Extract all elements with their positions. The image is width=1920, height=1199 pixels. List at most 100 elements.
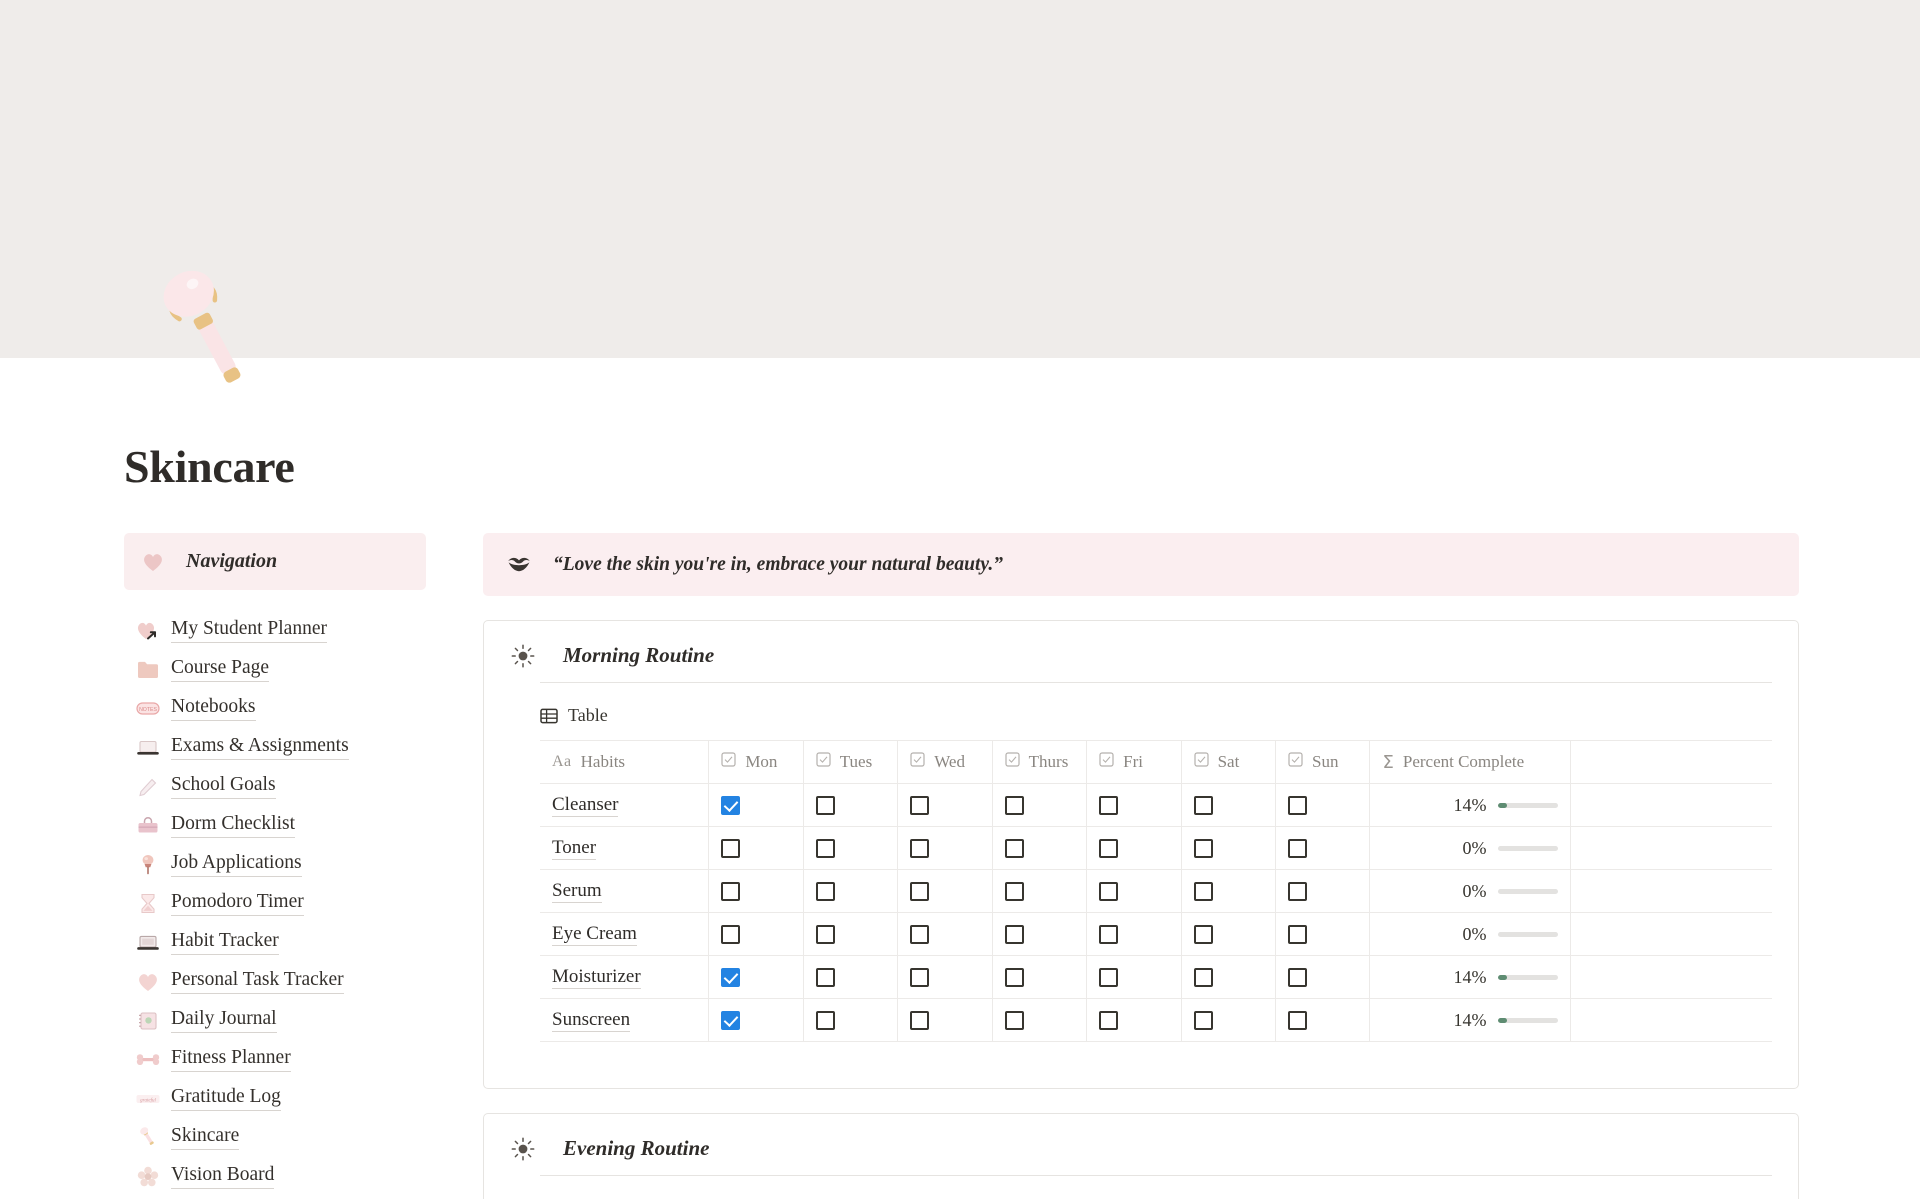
sidebar-item-personal-task-tracker[interactable]: Personal Task Tracker xyxy=(124,962,426,1001)
day-checkbox-cell[interactable] xyxy=(897,998,993,1042)
habit-name-cell[interactable]: Serum xyxy=(540,869,710,913)
checkbox-unchecked-icon[interactable] xyxy=(1288,795,1308,815)
day-checkbox-cell[interactable] xyxy=(897,912,993,956)
day-checkbox-cell[interactable] xyxy=(897,869,993,913)
day-checkbox-cell[interactable] xyxy=(1275,912,1371,956)
checkbox-unchecked-icon[interactable] xyxy=(815,924,835,944)
checkbox-unchecked-icon[interactable] xyxy=(910,924,930,944)
day-checkbox-cell[interactable] xyxy=(992,783,1088,827)
checkbox-unchecked-icon[interactable] xyxy=(910,881,930,901)
day-checkbox-cell[interactable] xyxy=(708,783,804,827)
day-checkbox-cell[interactable] xyxy=(992,912,1088,956)
checkbox-unchecked-icon[interactable] xyxy=(1288,881,1308,901)
checkbox-unchecked-icon[interactable] xyxy=(1193,795,1213,815)
checkbox-unchecked-icon[interactable] xyxy=(1288,838,1308,858)
day-checkbox-cell[interactable] xyxy=(708,998,804,1042)
sidebar-item-my-student-planner[interactable]: My Student Planner xyxy=(124,611,426,650)
sidebar-item-notebooks[interactable]: NOTES Notebooks xyxy=(124,689,426,728)
checkbox-unchecked-icon[interactable] xyxy=(1004,967,1024,987)
checkbox-unchecked-icon[interactable] xyxy=(1099,1010,1119,1030)
checkbox-checked-icon[interactable] xyxy=(721,795,741,815)
checkbox-checked-icon[interactable] xyxy=(721,967,741,987)
sidebar-item-daily-journal[interactable]: Daily Journal xyxy=(124,1001,426,1040)
day-checkbox-cell[interactable] xyxy=(992,955,1088,999)
day-checkbox-cell[interactable] xyxy=(1275,998,1371,1042)
checkbox-checked-icon[interactable] xyxy=(721,1010,741,1030)
day-checkbox-cell[interactable] xyxy=(803,783,899,827)
day-checkbox-cell[interactable] xyxy=(897,826,993,870)
checkbox-unchecked-icon[interactable] xyxy=(1193,967,1213,987)
jade-roller-icon[interactable] xyxy=(148,265,268,395)
checkbox-unchecked-icon[interactable] xyxy=(910,838,930,858)
checkbox-unchecked-icon[interactable] xyxy=(721,881,741,901)
checkbox-unchecked-icon[interactable] xyxy=(815,881,835,901)
day-checkbox-cell[interactable] xyxy=(1086,869,1182,913)
checkbox-unchecked-icon[interactable] xyxy=(1099,838,1119,858)
page-cover[interactable] xyxy=(0,0,1920,358)
day-checkbox-cell[interactable] xyxy=(1275,783,1371,827)
day-checkbox-cell[interactable] xyxy=(1275,955,1371,999)
sidebar-item-gratitude-log[interactable]: grateful Gratitude Log xyxy=(124,1079,426,1118)
day-checkbox-cell[interactable] xyxy=(1086,783,1182,827)
day-checkbox-cell[interactable] xyxy=(1181,955,1277,999)
quote-callout[interactable]: “Love the skin you're in, embrace your n… xyxy=(483,533,1799,596)
checkbox-unchecked-icon[interactable] xyxy=(1288,1010,1308,1030)
column-header-tues[interactable]: Tues xyxy=(803,740,899,784)
column-header-wed[interactable]: Wed xyxy=(897,740,993,784)
day-checkbox-cell[interactable] xyxy=(1275,869,1371,913)
checkbox-unchecked-icon[interactable] xyxy=(1099,924,1119,944)
checkbox-unchecked-icon[interactable] xyxy=(1193,881,1213,901)
sidebar-item-fitness-planner[interactable]: Fitness Planner xyxy=(124,1040,426,1079)
habit-name-cell[interactable]: Toner xyxy=(540,826,710,870)
habit-name-cell[interactable]: Moisturizer xyxy=(540,955,710,999)
day-checkbox-cell[interactable] xyxy=(803,869,899,913)
sidebar-item-exams-assignments[interactable]: Exams & Assignments xyxy=(124,728,426,767)
sidebar-item-vision-board[interactable]: Vision Board xyxy=(124,1157,426,1196)
day-checkbox-cell[interactable] xyxy=(1275,826,1371,870)
checkbox-unchecked-icon[interactable] xyxy=(910,795,930,815)
checkbox-unchecked-icon[interactable] xyxy=(910,967,930,987)
day-checkbox-cell[interactable] xyxy=(897,955,993,999)
checkbox-unchecked-icon[interactable] xyxy=(1004,838,1024,858)
sidebar-item-pomodoro-timer[interactable]: Pomodoro Timer xyxy=(124,884,426,923)
checkbox-unchecked-icon[interactable] xyxy=(1193,1010,1213,1030)
column-header-sat[interactable]: Sat xyxy=(1181,740,1277,784)
checkbox-unchecked-icon[interactable] xyxy=(1099,881,1119,901)
habit-name-cell[interactable]: Eye Cream xyxy=(540,912,710,956)
checkbox-unchecked-icon[interactable] xyxy=(815,795,835,815)
checkbox-unchecked-icon[interactable] xyxy=(721,838,741,858)
day-checkbox-cell[interactable] xyxy=(1086,998,1182,1042)
sidebar-item-school-goals[interactable]: School Goals xyxy=(124,767,426,806)
day-checkbox-cell[interactable] xyxy=(1181,826,1277,870)
checkbox-unchecked-icon[interactable] xyxy=(1004,1010,1024,1030)
column-header-percent-complete[interactable]: Σ Percent Complete xyxy=(1369,740,1572,784)
table-block-label[interactable]: Table xyxy=(540,705,1798,726)
habit-name-cell[interactable]: Cleanser xyxy=(540,783,710,827)
day-checkbox-cell[interactable] xyxy=(708,912,804,956)
sidebar-item-habit-tracker[interactable]: Habit Tracker xyxy=(124,923,426,962)
day-checkbox-cell[interactable] xyxy=(992,869,1088,913)
day-checkbox-cell[interactable] xyxy=(708,955,804,999)
sidebar-item-skincare[interactable]: Skincare xyxy=(124,1118,426,1157)
day-checkbox-cell[interactable] xyxy=(1181,783,1277,827)
day-checkbox-cell[interactable] xyxy=(708,869,804,913)
column-header-thurs[interactable]: Thurs xyxy=(992,740,1088,784)
checkbox-unchecked-icon[interactable] xyxy=(721,924,741,944)
day-checkbox-cell[interactable] xyxy=(897,783,993,827)
sidebar-item-dorm-checklist[interactable]: Dorm Checklist xyxy=(124,806,426,845)
day-checkbox-cell[interactable] xyxy=(992,826,1088,870)
checkbox-unchecked-icon[interactable] xyxy=(1288,924,1308,944)
habit-name-cell[interactable]: Sunscreen xyxy=(540,998,710,1042)
checkbox-unchecked-icon[interactable] xyxy=(815,838,835,858)
checkbox-unchecked-icon[interactable] xyxy=(1004,924,1024,944)
day-checkbox-cell[interactable] xyxy=(803,955,899,999)
column-header-sun[interactable]: Sun xyxy=(1275,740,1371,784)
checkbox-unchecked-icon[interactable] xyxy=(1004,881,1024,901)
day-checkbox-cell[interactable] xyxy=(1086,955,1182,999)
day-checkbox-cell[interactable] xyxy=(803,998,899,1042)
checkbox-unchecked-icon[interactable] xyxy=(815,967,835,987)
day-checkbox-cell[interactable] xyxy=(992,998,1088,1042)
column-header-mon[interactable]: Mon xyxy=(708,740,804,784)
day-checkbox-cell[interactable] xyxy=(1181,869,1277,913)
day-checkbox-cell[interactable] xyxy=(803,912,899,956)
